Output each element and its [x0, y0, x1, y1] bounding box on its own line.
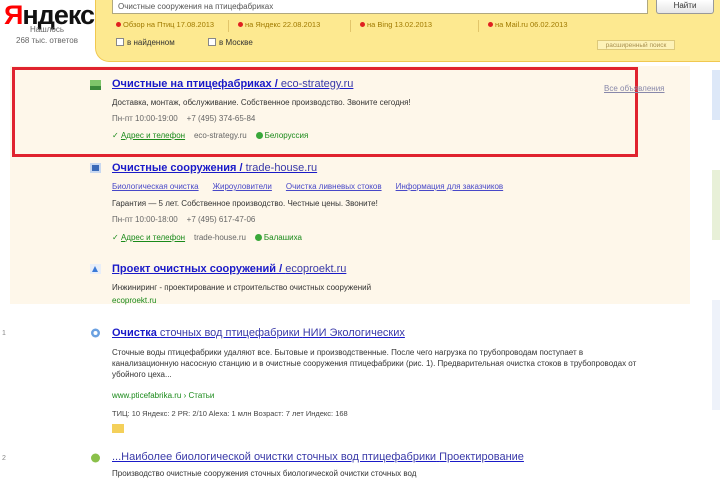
result-title-link[interactable]: ...Наиболее биологической очистки сточны…	[112, 451, 524, 463]
filter-in-region[interactable]: в Москве	[208, 38, 253, 47]
ad-title-link[interactable]: Очистные сооружения / trade-house.ru	[112, 162, 317, 174]
check-icon: ✓	[112, 233, 119, 242]
result-number: 2	[2, 455, 6, 462]
ad-title-link[interactable]: Проект очистных сооружений / ecoproekt.r…	[112, 263, 346, 275]
sitelink[interactable]: Жироуловители	[213, 182, 272, 191]
ad-contacts: Пн-пт 10:00-19:00 +7 (495) 374-65-84	[112, 114, 256, 123]
checkbox[interactable]	[116, 38, 124, 46]
ad-description: Инжиниринг - проектирование и строительс…	[112, 283, 372, 292]
wordstat-item[interactable]: на Mail.ru 06.02.2013	[488, 20, 568, 32]
check-icon: ✓	[112, 131, 119, 140]
right-column-fragment	[712, 170, 720, 240]
ad-description: Гарантия — 5 лет. Собственное производст…	[112, 199, 378, 208]
result-snippet: Сточные воды птицефабрики удаляют все. Б…	[112, 348, 637, 379]
divider	[228, 20, 229, 32]
red-dot-icon	[238, 22, 243, 27]
result-number: 1	[2, 330, 6, 337]
ad-title-link[interactable]: Очистные на птицефабриках / eco-strategy…	[112, 78, 353, 90]
sitelinks: Биологическая очистка Жироуловители Очистк…	[112, 182, 517, 191]
wordstat-item[interactable]: на Bing 13.02.2013	[360, 20, 432, 32]
right-column-fragment	[712, 300, 720, 410]
all-ads-link[interactable]: Все объявления	[604, 84, 665, 93]
favicon-icon	[90, 264, 101, 274]
results-count: Нашлось 268 тыс. ответов	[16, 25, 78, 45]
find-button[interactable]: Найти	[656, 0, 714, 14]
red-dot-icon	[360, 22, 365, 27]
favicon-icon	[90, 80, 101, 90]
seo-stats-bar: ТИЦ: 10 Яндекс: 2 PR: 2/10 Alexa: 1 млн …	[112, 409, 348, 418]
red-dot-icon	[488, 22, 493, 27]
filter-in-found[interactable]: в найденном	[116, 38, 175, 47]
favicon-icon	[90, 163, 101, 173]
sitelink[interactable]: Информация для заказчиков	[396, 182, 504, 191]
right-column-fragment	[712, 70, 720, 120]
favicon-icon	[91, 453, 100, 463]
seo-stats-extra	[112, 424, 139, 433]
ad-footer: ✓ Адрес и телефон trade-house.ru Балаших…	[112, 233, 302, 242]
red-dot-icon	[116, 22, 121, 27]
region-icon	[255, 132, 263, 139]
ad-description: Доставка, монтаж, обслуживание. Собствен…	[112, 98, 411, 107]
ad-footer: ✓ Адрес и телефон eco-strategy.ru Белору…	[112, 131, 309, 140]
search-input[interactable]: Очистные сооружения на птицефабриках	[112, 0, 648, 14]
favicon-icon	[91, 328, 100, 338]
sitelink[interactable]: Очистка ливневых стоков	[286, 182, 382, 191]
ad-contacts: Пн-пт 10:00-18:00 +7 (495) 617-47-06	[112, 215, 256, 224]
advanced-search-link[interactable]: расширенный поиск	[597, 40, 675, 50]
checkbox[interactable]	[208, 38, 216, 46]
address-link[interactable]: Адрес и телефон	[121, 131, 185, 140]
result-title-link[interactable]: Очистка сточных вод птицефабрики НИИ Эко…	[112, 327, 405, 339]
address-link[interactable]: Адрес и телефон	[121, 233, 185, 242]
ad-domain: ecoproekt.ru	[112, 296, 157, 305]
sitelink[interactable]: Биологическая очистка	[112, 182, 199, 191]
region-icon	[254, 234, 262, 241]
divider	[478, 20, 479, 32]
wordstat-item[interactable]: Обзор на Птиц 17.08.2013	[116, 20, 214, 32]
result-snippet: Производство очистные сооружения сточных…	[112, 469, 417, 478]
wordstat-item[interactable]: на Яндекс 22.08.2013	[238, 20, 320, 32]
divider	[350, 20, 351, 32]
result-url[interactable]: www.pticefabrika.ru › Статьи	[112, 391, 214, 400]
